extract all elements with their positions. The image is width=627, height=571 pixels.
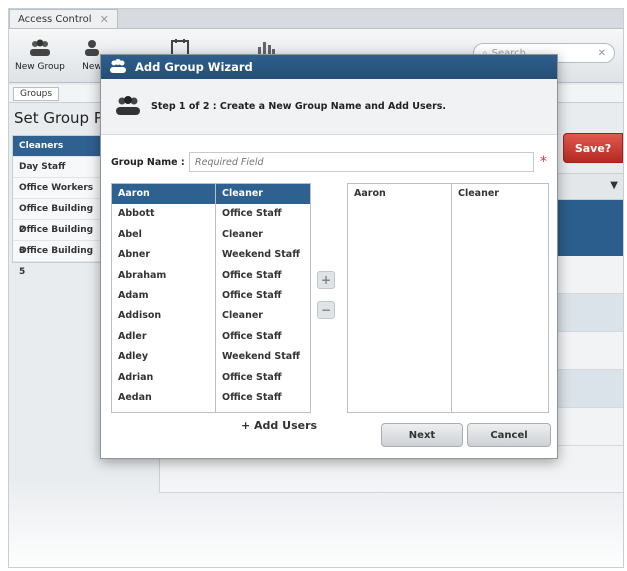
group-list: Cleaners Day Staff Office Workers Office…	[12, 135, 102, 277]
list-item[interactable]: Cleaner	[216, 225, 310, 245]
group-item-cleaners[interactable]: Cleaners	[13, 136, 101, 157]
group-icon	[115, 95, 141, 118]
list-item[interactable]: Office Staff	[216, 368, 310, 388]
breadcrumb[interactable]: Groups	[13, 87, 60, 101]
tab-access-control[interactable]: Access Control ✕	[9, 9, 118, 28]
group-item-office-building-2[interactable]: Office Building 2	[13, 199, 101, 235]
name-column: Aaron	[348, 184, 452, 412]
wizard-step-bar: Step 1 of 2 : Create a New Group Name an…	[101, 79, 557, 135]
list-item[interactable]: Office Staff	[216, 388, 310, 408]
add-users-link[interactable]: + Add Users	[241, 419, 317, 432]
remove-user-button[interactable]: −	[317, 301, 335, 319]
wizard-title-bar: Add Group Wizard	[101, 55, 557, 79]
list-item[interactable]: Office Staff	[216, 266, 310, 286]
reflection-fade	[9, 477, 623, 567]
list-item[interactable]: Office Staff	[216, 204, 310, 224]
list-item[interactable]: Aedan	[112, 388, 215, 408]
list-item[interactable]: Aaron	[348, 184, 451, 204]
list-item[interactable]: Adrian	[112, 368, 215, 388]
clear-search-icon[interactable]: ✕	[598, 48, 606, 59]
group-name-input[interactable]	[189, 152, 534, 172]
available-users-list[interactable]: Aaron Abbott Abel Abner Abraham Adam Add…	[111, 183, 311, 413]
list-item[interactable]: Aaron	[112, 184, 215, 205]
cancel-button[interactable]: Cancel	[467, 423, 551, 447]
step-text: Step 1 of 2 : Create a New Group Name an…	[151, 101, 447, 112]
group-item-day-staff[interactable]: Day Staff	[13, 157, 101, 178]
list-item[interactable]: Office Staff	[216, 327, 310, 347]
new-group-label: New Group	[15, 62, 65, 72]
list-item[interactable]: Adler	[112, 327, 215, 347]
add-user-button[interactable]: +	[317, 271, 335, 289]
list-item[interactable]: Addison	[112, 306, 215, 326]
dropdown-arrow-icon[interactable]: ▼	[610, 180, 618, 191]
list-item[interactable]: Office Staff	[216, 286, 310, 306]
list-item[interactable]: Weekend Staff	[216, 347, 310, 367]
new-group-button[interactable]: New Group	[15, 37, 65, 72]
list-item[interactable]: Abner	[112, 245, 215, 265]
close-icon[interactable]: ✕	[100, 13, 109, 26]
selected-users-list[interactable]: Aaron Cleaner	[347, 183, 549, 413]
group-item-office-building-5[interactable]: Office Building 5	[13, 241, 101, 277]
role-column: Cleaner	[452, 184, 548, 412]
list-item[interactable]: Adley	[112, 347, 215, 367]
tab-label: Access Control	[18, 13, 92, 25]
group-icon	[29, 37, 51, 59]
role-column: Cleaner Office Staff Cleaner Weekend Sta…	[216, 184, 310, 412]
required-marker: *	[540, 154, 547, 170]
name-column: Aaron Abbott Abel Abner Abraham Adam Add…	[112, 184, 216, 412]
list-item[interactable]: Abel	[112, 225, 215, 245]
list-item[interactable]: Abraham	[112, 266, 215, 286]
app-tab-bar: Access Control ✕	[9, 9, 623, 29]
save-button[interactable]: Save?	[563, 133, 623, 163]
new-user-label: New	[82, 62, 102, 72]
group-icon	[109, 58, 127, 76]
next-button[interactable]: Next	[381, 423, 463, 447]
group-item-office-workers[interactable]: Office Workers	[13, 178, 101, 199]
group-name-row: Group Name : *	[111, 151, 551, 173]
group-name-label: Group Name :	[111, 156, 185, 168]
list-item[interactable]: Cleaner	[216, 184, 310, 205]
list-item[interactable]: Adam	[112, 286, 215, 306]
list-item[interactable]: Weekend Staff	[216, 245, 310, 265]
list-item[interactable]: Abbott	[112, 204, 215, 224]
wizard-title: Add Group Wizard	[135, 60, 253, 74]
list-item[interactable]: Cleaner	[452, 184, 548, 204]
group-item-office-building-3[interactable]: Office Building 3	[13, 220, 101, 256]
add-group-wizard-dialog: Add Group Wizard Step 1 of 2 : Create a …	[100, 54, 558, 459]
list-item[interactable]: Cleaner	[216, 306, 310, 326]
